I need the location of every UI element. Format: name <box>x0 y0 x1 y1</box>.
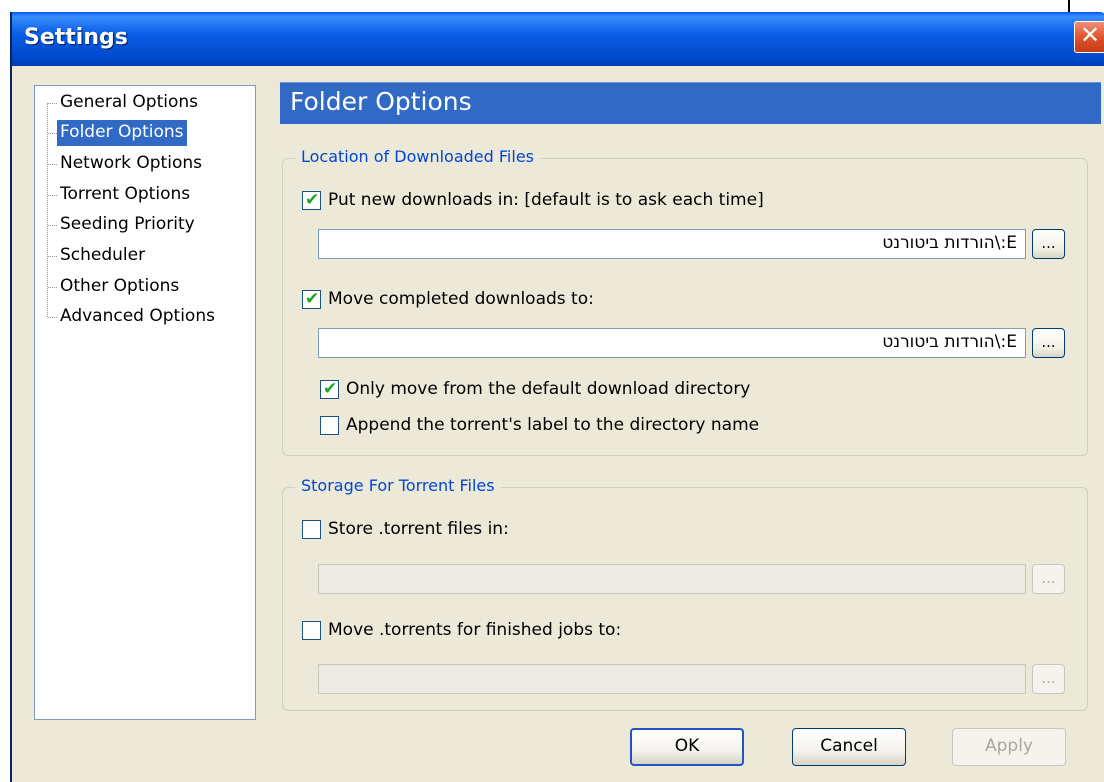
title-bar[interactable]: Settings ✕ <box>12 12 1104 66</box>
store-torrent-path-input[interactable] <box>318 564 1026 594</box>
only-move-default-label: Only move from the default download dire… <box>346 379 751 399</box>
browse-move-torrents-button[interactable]: ... <box>1032 664 1065 694</box>
move-torrents-label: Move .torrents for finished jobs to: <box>328 620 622 640</box>
tree-item-advanced-options[interactable]: Advanced Options <box>57 304 218 330</box>
tree-item-folder-options[interactable]: Folder Options <box>57 120 187 146</box>
tree-connector <box>48 287 57 288</box>
tree-connector <box>48 133 57 134</box>
check-icon: ✔ <box>305 289 320 309</box>
put-new-downloads-checkbox[interactable]: ✔ Put new downloads in: [default is to a… <box>302 189 862 213</box>
tree-item-torrent-options[interactable]: Torrent Options <box>57 182 193 208</box>
panel-title: Folder Options <box>290 87 472 116</box>
tree-connector <box>48 256 57 257</box>
move-completed-label: Move completed downloads to: <box>328 289 594 309</box>
checkbox-box[interactable] <box>302 621 321 640</box>
close-icon: ✕ <box>1079 21 1101 49</box>
close-button[interactable]: ✕ <box>1074 21 1104 53</box>
checkbox-box[interactable] <box>302 520 321 539</box>
only-move-default-checkbox[interactable]: ✔ Only move from the default download di… <box>320 378 840 402</box>
move-completed-path-input[interactable]: E:\הורדות ביטורנט <box>318 328 1026 358</box>
tree-item-other-options[interactable]: Other Options <box>57 274 182 300</box>
apply-button[interactable]: Apply <box>952 728 1066 766</box>
checkbox-box[interactable]: ✔ <box>320 379 339 399</box>
put-new-downloads-label: Put new downloads in: [default is to ask… <box>328 190 764 210</box>
screen-edge-mark <box>1068 0 1070 12</box>
append-label-checkbox[interactable]: Append the torrent's label to the direct… <box>320 414 840 438</box>
browse-move-completed-button[interactable]: ... <box>1032 328 1065 358</box>
tree-connector <box>48 195 57 196</box>
ok-button[interactable]: OK <box>630 728 744 766</box>
browse-store-torrent-button[interactable]: ... <box>1032 564 1065 594</box>
browse-put-new-button[interactable]: ... <box>1032 229 1065 259</box>
storage-group: Storage For Torrent Files Store .torrent… <box>282 476 1088 711</box>
check-icon: ✔ <box>305 190 320 210</box>
tree-connector <box>48 317 57 318</box>
location-group: Location of Downloaded Files ✔ Put new d… <box>282 147 1088 456</box>
tree-connector <box>48 225 57 226</box>
options-tree: General Options Folder Options Network O… <box>34 85 256 720</box>
storage-group-title: Storage For Torrent Files <box>295 476 501 495</box>
move-torrents-path-input[interactable] <box>318 664 1026 694</box>
checkbox-box[interactable] <box>320 416 339 435</box>
panel-header: Folder Options <box>280 82 1101 124</box>
tree-item-general-options[interactable]: General Options <box>57 90 201 116</box>
append-label-label: Append the torrent's label to the direct… <box>346 415 760 435</box>
settings-window: Settings ✕ General Options Folder Option… <box>10 12 1104 782</box>
tree-item-seeding-priority[interactable]: Seeding Priority <box>57 212 198 238</box>
store-torrent-checkbox[interactable]: Store .torrent files in: <box>302 518 702 542</box>
put-new-downloads-path-input[interactable]: E:\הורדות ביטורנט <box>318 229 1026 259</box>
check-icon: ✔ <box>323 379 338 399</box>
checkbox-box[interactable]: ✔ <box>302 190 321 210</box>
tree-connector <box>47 103 48 317</box>
location-group-title: Location of Downloaded Files <box>295 147 540 166</box>
tree-connector <box>48 164 57 165</box>
tree-item-scheduler[interactable]: Scheduler <box>57 243 148 269</box>
window-title: Settings <box>24 25 128 50</box>
cancel-button[interactable]: Cancel <box>792 728 906 766</box>
tree-item-network-options[interactable]: Network Options <box>57 151 205 177</box>
move-completed-checkbox[interactable]: ✔ Move completed downloads to: <box>302 288 702 312</box>
tree-connector <box>48 103 57 104</box>
checkbox-box[interactable]: ✔ <box>302 289 321 309</box>
move-torrents-checkbox[interactable]: Move .torrents for finished jobs to: <box>302 619 742 643</box>
store-torrent-label: Store .torrent files in: <box>328 519 509 539</box>
